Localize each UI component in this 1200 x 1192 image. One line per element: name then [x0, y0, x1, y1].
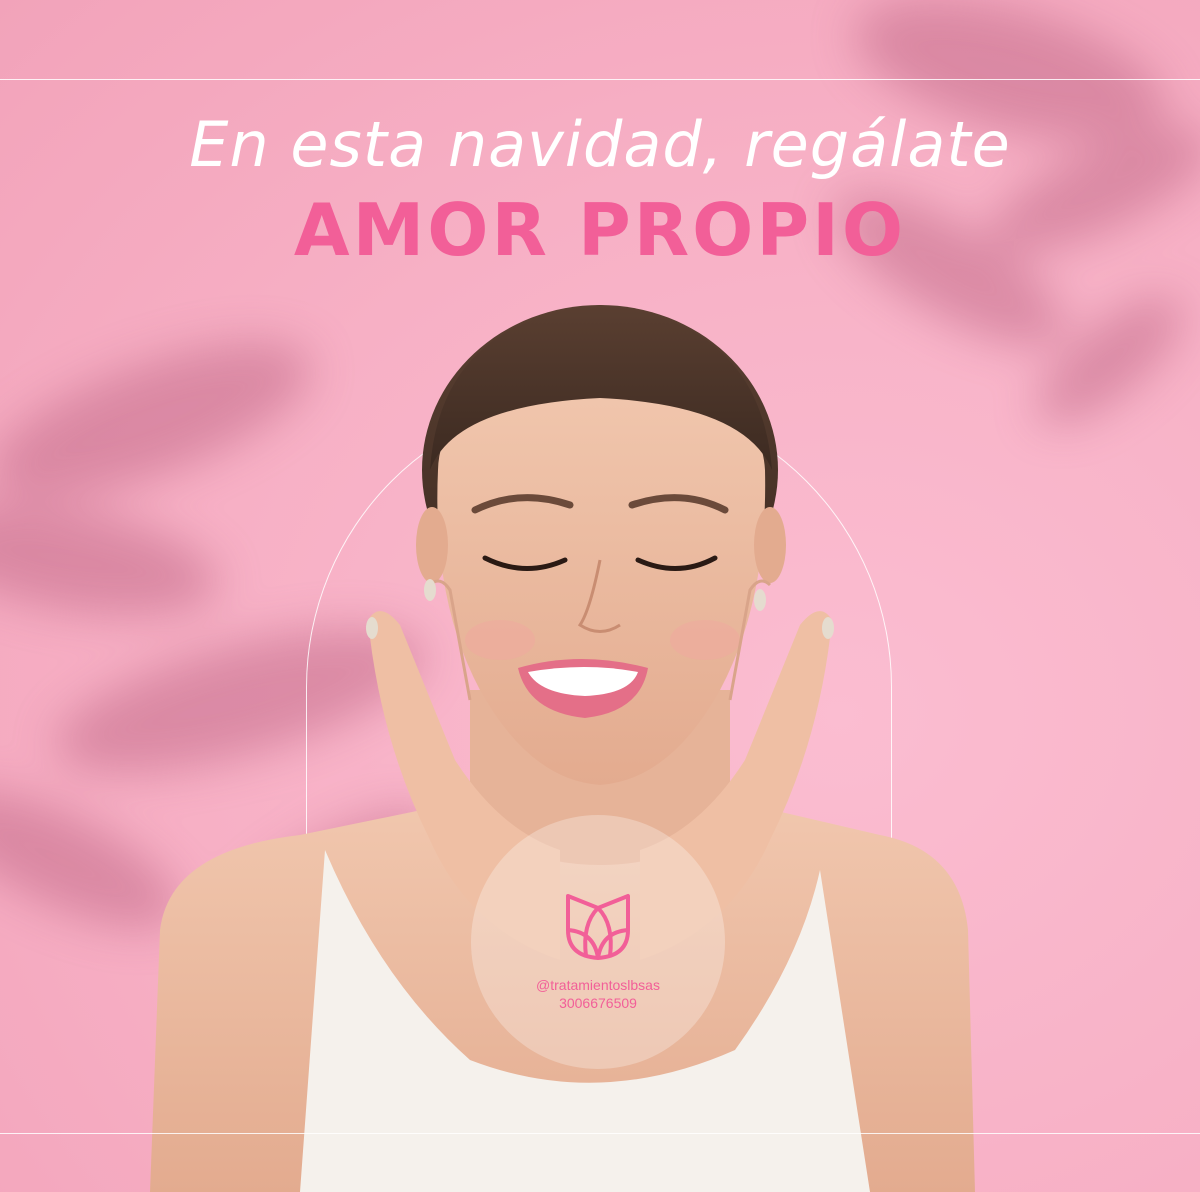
brand-contact: @tratamientoslbsas 3006676509 [471, 976, 725, 1012]
tulip-logo-icon [566, 894, 630, 960]
bottom-divider [0, 1133, 1200, 1134]
instagram-handle: @tratamientoslbsas [536, 977, 660, 993]
phone-number: 3006676509 [559, 995, 637, 1011]
promo-canvas: En esta navidad, regálate AMOR PROPIO @t… [0, 0, 1200, 1192]
